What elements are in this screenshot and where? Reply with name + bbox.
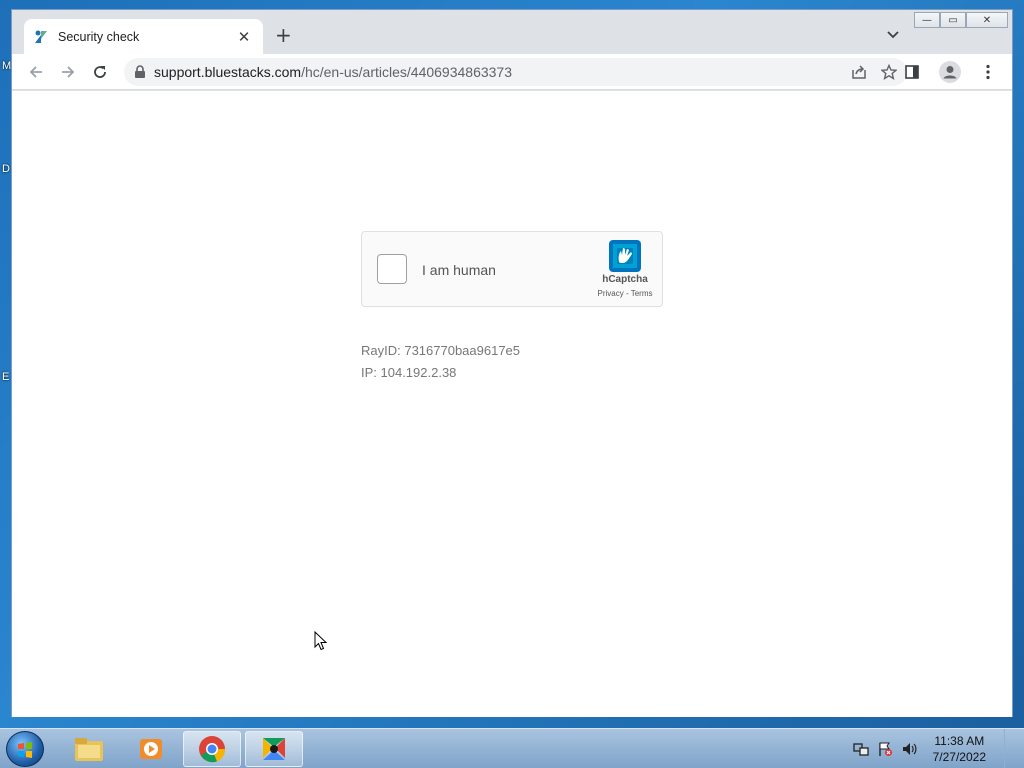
clock-date: 7/27/2022	[932, 750, 986, 764]
tab-search-chevron-down-icon[interactable]	[886, 28, 900, 42]
browser-toolbar: support.bluestacks.com/hc/en-us/articles…	[12, 54, 1012, 90]
browser-window: Security check ✕ + — ▭ ✕ support.bluesta…	[11, 9, 1013, 717]
forward-arrow-icon[interactable]	[52, 58, 84, 86]
restore-button[interactable]: ▭	[940, 12, 966, 28]
media-player-icon	[140, 739, 162, 759]
back-arrow-icon[interactable]	[20, 58, 52, 86]
url-text: support.bluestacks.com/hc/en-us/articles…	[154, 64, 512, 80]
minimize-button[interactable]: —	[914, 12, 940, 28]
tab-strip: Security check ✕ + — ▭ ✕	[12, 10, 1012, 54]
clock[interactable]: 11:38 AM 7/27/2022	[933, 733, 986, 765]
tab-close-icon[interactable]: ✕	[235, 28, 253, 46]
human-checkbox[interactable]	[377, 254, 407, 284]
close-window-button[interactable]: ✕	[966, 12, 1008, 28]
lock-icon[interactable]	[134, 65, 146, 79]
folder-icon	[75, 738, 103, 761]
url-path: /hc/en-us/articles/4406934863373	[301, 64, 513, 80]
hcaptcha-brand: hCaptcha	[602, 274, 648, 285]
action-center-flag-icon[interactable]	[877, 741, 893, 757]
mouse-cursor-icon	[314, 631, 328, 651]
chrome-icon	[199, 736, 226, 763]
checkbox-label: I am human	[422, 262, 496, 278]
taskbar-explorer[interactable]	[60, 731, 118, 767]
kebab-menu-icon[interactable]	[972, 58, 1004, 86]
share-icon[interactable]	[851, 64, 867, 80]
hcaptcha-widget: I am human hCaptcha Privacy - Terms	[361, 231, 663, 307]
taskbar-media-player[interactable]	[122, 731, 180, 767]
page-content: I am human hCaptcha Privacy - Terms RayI…	[12, 91, 1012, 717]
url-host: support.bluestacks.com	[154, 64, 302, 80]
bookmark-star-icon[interactable]	[881, 64, 897, 80]
volume-icon[interactable]	[901, 741, 917, 757]
zendesk-favicon-icon	[34, 29, 50, 45]
tab-security-check[interactable]: Security check ✕	[24, 19, 263, 54]
ray-info: RayID: 7316770baa9617e5 IP: 104.192.2.38	[361, 340, 520, 384]
windows-logo-icon	[18, 742, 32, 758]
taskbar-chrome[interactable]	[183, 731, 241, 767]
network-icon[interactable]	[852, 741, 869, 757]
tab-title: Security check	[58, 29, 140, 44]
show-desktop-button[interactable]	[1004, 729, 1016, 768]
privacy-terms-links[interactable]: Privacy - Terms	[592, 289, 658, 298]
taskbar: 11:38 AM 7/27/2022	[0, 728, 1024, 768]
clock-time: 11:38 AM	[934, 734, 985, 748]
hcaptcha-logo-icon	[609, 240, 641, 272]
colorful-app-icon	[263, 738, 285, 760]
address-bar[interactable]: support.bluestacks.com/hc/en-us/articles…	[124, 58, 907, 86]
desktop-icon-label-fragment: E	[2, 371, 10, 383]
desktop-icon-label-fragment: D	[2, 163, 10, 175]
reload-icon[interactable]	[84, 58, 116, 86]
ray-id: RayID: 7316770baa9617e5	[361, 343, 521, 358]
start-button[interactable]	[6, 731, 44, 767]
taskbar-app[interactable]	[245, 731, 303, 767]
side-panel-icon[interactable]	[896, 58, 928, 86]
desktop-icon-label-fragment: M	[2, 60, 12, 72]
profile-avatar-icon[interactable]	[934, 58, 966, 86]
window-caption-controls: — ▭ ✕	[914, 12, 1008, 28]
ip-address: IP: 104.192.2.38	[361, 365, 457, 380]
new-tab-button[interactable]: +	[275, 24, 292, 46]
system-tray: 11:38 AM 7/27/2022	[852, 729, 1016, 768]
